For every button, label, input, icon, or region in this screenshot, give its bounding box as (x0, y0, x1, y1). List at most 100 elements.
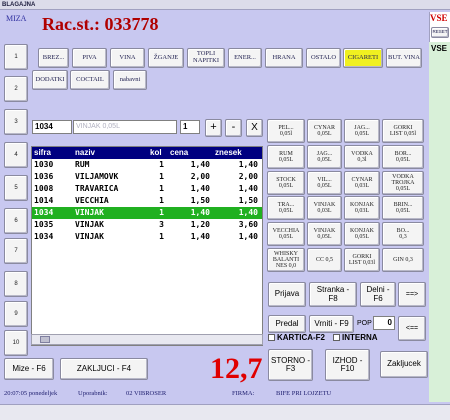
category-button-0[interactable]: BREZ... (38, 48, 69, 68)
column-header-naziv[interactable]: naziv (75, 147, 149, 159)
category-button-3[interactable]: ŽGANJE (148, 48, 184, 68)
kartica-checkbox[interactable]: KARTICA-F2 (268, 333, 325, 342)
product-button-22[interactable]: GORKI LIST 0,03l (344, 248, 380, 272)
category-button-1[interactable]: PIVA (72, 48, 107, 68)
product-button-16[interactable]: VECCHIA 0,05L (267, 222, 305, 246)
table-number-button-7[interactable]: 7 (4, 238, 28, 264)
item-code-input[interactable]: 1034 (32, 120, 72, 134)
column-header-znesek[interactable]: znesek (215, 147, 262, 159)
table-row[interactable]: 1008 TRAVARICA 1 1,40 1,40 (32, 183, 262, 195)
category-button-12[interactable]: nabavni (113, 70, 147, 90)
table-number-button-10[interactable]: 10 (4, 330, 28, 356)
table-row[interactable]: 1034 VINJAK 1 1,40 1,40 (32, 207, 262, 219)
cell-sifra: 1034 (34, 208, 54, 217)
zakljucek-button[interactable]: Zakljucek (380, 351, 428, 378)
category-button-2[interactable]: VINA (110, 48, 145, 68)
receipt-number-title: Rac.st.: 033778 (42, 14, 159, 34)
table-row[interactable]: 1014 VECCHIA 1 1,50 1,50 (32, 195, 262, 207)
product-button-0[interactable]: PEL... 0,05l (267, 119, 305, 143)
zakljuci-button[interactable]: ZAKLJUCI - F4 (60, 358, 148, 380)
category-button-9[interactable]: BUT. VINA (386, 48, 422, 68)
product-button-7[interactable]: BOR... 0,05L (382, 145, 424, 169)
category-button-8[interactable]: CIGARETI (343, 48, 383, 68)
storno-button[interactable]: STORNO - F3 (268, 349, 313, 381)
grid-header-row: sifra naziv kol cena znesek (32, 147, 262, 159)
predal-button[interactable]: Predal (268, 315, 306, 333)
product-button-23[interactable]: GIN 0,3 (382, 248, 424, 272)
product-button-6[interactable]: VODKA 0,3l (344, 145, 380, 169)
column-header-sifra[interactable]: sifra (34, 147, 74, 159)
column-header-kol[interactable]: kol (150, 147, 168, 159)
product-button-4[interactable]: RUM 0,05L (267, 145, 305, 169)
product-button-21[interactable]: CC 0,5 (307, 248, 342, 272)
table-number-button-2[interactable]: 2 (4, 76, 28, 102)
table-number-button-8[interactable]: 8 (4, 271, 28, 297)
interna-checkbox[interactable]: INTERNA (333, 333, 378, 342)
category-button-10[interactable]: DODATKI (32, 70, 68, 90)
delni-button[interactable]: Delni - F6 (360, 282, 396, 307)
plus-button[interactable]: + (205, 119, 222, 137)
minus-button[interactable]: - (225, 119, 242, 137)
category-button-5[interactable]: ENER... (228, 48, 262, 68)
prev-button[interactable]: <== (398, 316, 426, 341)
pop-input[interactable]: 0 (373, 316, 395, 330)
table-row[interactable]: 1035 VINJAK 3 1,20 3,60 (32, 219, 262, 231)
izhod-button[interactable]: IZHOD - F10 (325, 349, 370, 381)
table-number-button-1[interactable]: 1 (4, 44, 28, 70)
interna-checkbox-box[interactable] (333, 334, 340, 341)
reset-button[interactable]: RESET (431, 27, 449, 38)
category-button-11[interactable]: COCTAIL (70, 70, 110, 90)
product-button-17[interactable]: VINJAK 0,05L (307, 222, 342, 246)
product-button-9[interactable]: VIL... 0,05L (307, 171, 342, 195)
table-row[interactable]: 1034 VINJAK 1 1,40 1,40 (32, 231, 262, 243)
product-button-5[interactable]: JAG... 0,05L (307, 145, 342, 169)
kartica-checkbox-box[interactable] (268, 334, 275, 341)
product-button-14[interactable]: KONJAK 0,03L (344, 196, 380, 220)
product-button-3[interactable]: GORKI LIST 0,05l (382, 119, 424, 143)
clear-button[interactable]: X (246, 119, 263, 137)
product-button-15[interactable]: BRIN... 0,05L (382, 196, 424, 220)
cell-naziv: RUM (75, 160, 90, 169)
table-number-button-5[interactable]: 5 (4, 175, 28, 201)
product-button-10[interactable]: CYNAR 0,03L (344, 171, 380, 195)
cell-sifra: 1014 (34, 196, 54, 205)
product-button-18[interactable]: KONJAK 0,05L (344, 222, 380, 246)
item-name-input[interactable]: VINJAK 0,05L (73, 120, 177, 134)
table-row[interactable]: 1036 VILJAMOVK 1 2,00 2,00 (32, 171, 262, 183)
table-number-button-3[interactable]: 3 (4, 109, 28, 135)
product-button-2[interactable]: JAG... 0,05L (344, 119, 380, 143)
product-button-1[interactable]: CYNAR 0,05L (307, 119, 342, 143)
mize-button[interactable]: Mize - F6 (4, 358, 54, 380)
cell-znesek: 3,60 (238, 220, 258, 229)
horizontal-scrollbar[interactable] (31, 334, 263, 345)
cell-sifra: 1036 (34, 172, 54, 181)
product-button-19[interactable]: BO... 0,3 (382, 222, 424, 246)
cell-znesek: 2,00 (238, 172, 258, 181)
cell-sifra: 1008 (34, 184, 54, 193)
table-number-button-9[interactable]: 9 (4, 301, 28, 327)
product-button-11[interactable]: VODKA TROJKA 0,05L (382, 171, 424, 195)
product-button-12[interactable]: TRA... 0,05L (267, 196, 305, 220)
pop-label: POP (357, 320, 372, 327)
category-button-7[interactable]: OSTALO (306, 48, 341, 68)
column-header-cena[interactable]: cena (170, 147, 214, 159)
table-number-button-6[interactable]: 6 (4, 208, 28, 234)
category-button-4[interactable]: TOPLI NAPITKI (187, 48, 225, 68)
cell-cena: 1,40 (190, 160, 210, 169)
quantity-input[interactable]: 1 (180, 120, 200, 134)
status-firma-label: FIRMA: (232, 390, 255, 397)
cell-znesek: 1,40 (238, 232, 258, 241)
category-button-6[interactable]: HRANA (265, 48, 303, 68)
stranka-button[interactable]: Stranka - F8 (309, 282, 357, 307)
vrniti-button[interactable]: Vrniti - F9 (309, 315, 354, 333)
table-number-button-4[interactable]: 4 (4, 142, 28, 168)
cell-cena: 1,40 (190, 208, 210, 217)
scrollbar-thumb[interactable] (40, 336, 50, 343)
product-button-20[interactable]: WHISKY BALANTI NES 0,0 (267, 248, 305, 272)
next-button[interactable]: ==> (398, 282, 426, 307)
prijava-button[interactable]: Prijava (268, 282, 306, 307)
cell-znesek: 1,40 (238, 208, 258, 217)
product-button-13[interactable]: VINJAK 0,03L (307, 196, 342, 220)
table-row[interactable]: 1030 RUM 1 1,40 1,40 (32, 159, 262, 171)
product-button-8[interactable]: STOCK 0,05L (267, 171, 305, 195)
